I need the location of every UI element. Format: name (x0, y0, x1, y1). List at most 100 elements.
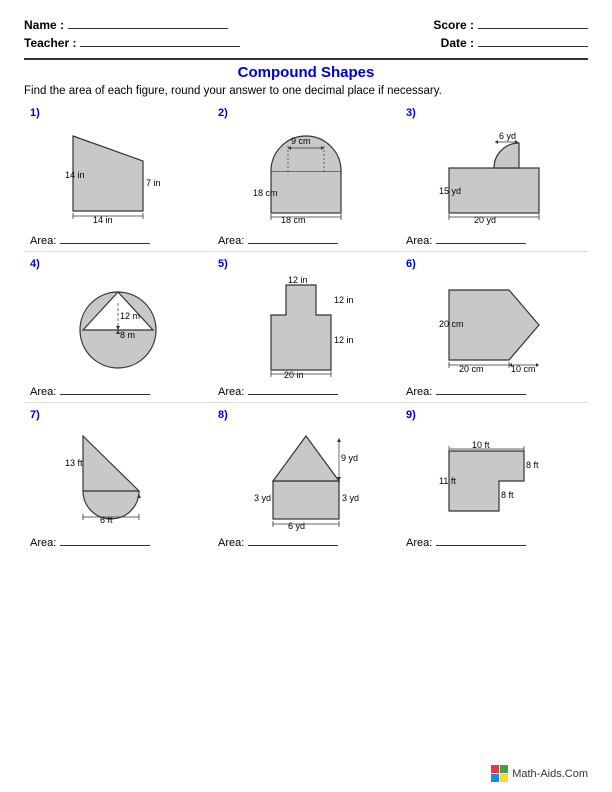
page: Name : Score : Teacher : Date : Compound… (0, 0, 612, 792)
area-4-line (60, 394, 150, 395)
svg-text:20 in: 20 in (284, 370, 304, 380)
score-line (478, 28, 588, 29)
problem-7: 7) 13 ft 6 ft (24, 405, 212, 551)
instructions: Find the area of each figure, round your… (24, 85, 588, 97)
area-3: Area: (406, 235, 526, 247)
problem-8-num: 8) (218, 409, 228, 421)
area-6-label: Area: (406, 386, 432, 398)
row-divider-1 (24, 251, 588, 252)
area-1-line (60, 243, 150, 244)
area-8: Area: (218, 537, 338, 549)
footer-text: Math-Aids.Com (512, 768, 588, 780)
footer: Math-Aids.Com (491, 765, 588, 782)
figure-3: 6 yd 15 yd 20 yd (406, 121, 582, 231)
score-label: Score : (433, 18, 474, 32)
problem-1: 1) 14 in 7 in 14 in Area (24, 103, 212, 249)
svg-text:6 yd: 6 yd (499, 131, 516, 141)
problems-grid: 1) 14 in 7 in 14 in Area (24, 103, 588, 551)
svg-text:12 in: 12 in (334, 295, 354, 305)
area-2-line (248, 243, 338, 244)
area-7-line (60, 545, 150, 546)
svg-text:18 cm: 18 cm (281, 215, 306, 225)
area-8-label: Area: (218, 537, 244, 549)
svg-text:12 in: 12 in (334, 335, 354, 345)
svg-text:13 ft: 13 ft (65, 458, 83, 468)
svg-text:18 cm: 18 cm (253, 188, 278, 198)
area-2-label: Area: (218, 235, 244, 247)
area-7-label: Area: (30, 537, 56, 549)
date-field: Date : (441, 36, 588, 50)
svg-4: 12 m 8 m (63, 275, 173, 380)
svg-text:8 ft: 8 ft (501, 490, 514, 500)
figure-4: 12 m 8 m (30, 272, 206, 382)
svg-text:8 ft: 8 ft (526, 460, 539, 470)
svg-1: 14 in 7 in 14 in (63, 126, 173, 226)
score-field: Score : (433, 18, 588, 32)
problem-7-num: 7) (30, 409, 40, 421)
problem-2-num: 2) (218, 107, 228, 119)
logo-sq-red (491, 765, 499, 773)
figure-1: 14 in 7 in 14 in (30, 121, 206, 231)
teacher-label: Teacher : (24, 36, 76, 50)
svg-3: 6 yd 15 yd 20 yd (439, 126, 549, 226)
logo-sq-green (500, 765, 508, 773)
name-label: Name : (24, 18, 64, 32)
date-line (478, 46, 588, 47)
svg-text:20 yd: 20 yd (474, 215, 496, 225)
area-5: Area: (218, 386, 338, 398)
problem-3: 3) 6 yd 15 yd 20 yd (400, 103, 588, 249)
figure-8: 9 yd 3 yd 3 yd 6 yd (218, 423, 394, 533)
svg-text:3 yd: 3 yd (342, 493, 359, 503)
problem-6-num: 6) (406, 258, 416, 270)
area-7: Area: (30, 537, 150, 549)
svg-text:6 yd: 6 yd (288, 521, 305, 531)
svg-text:9 cm: 9 cm (291, 136, 311, 146)
problem-9-num: 9) (406, 409, 416, 421)
svg-7: 13 ft 6 ft (63, 426, 173, 531)
row-divider-2 (24, 402, 588, 403)
svg-text:6 ft: 6 ft (100, 515, 113, 525)
svg-5: 12 in 12 in 12 in 20 in (251, 275, 361, 380)
name-line (68, 28, 228, 29)
svg-text:11 ft: 11 ft (439, 476, 456, 486)
svg-text:10 cm: 10 cm (511, 364, 536, 374)
problem-1-num: 1) (30, 107, 40, 119)
svg-text:20 cm: 20 cm (459, 364, 484, 374)
svg-text:9 yd: 9 yd (341, 453, 358, 463)
header-row-2: Teacher : Date : (24, 36, 588, 50)
svg-text:14 in: 14 in (65, 170, 85, 180)
problem-3-num: 3) (406, 107, 416, 119)
svg-text:12 in: 12 in (288, 275, 308, 285)
footer-logo: Math-Aids.Com (491, 765, 588, 782)
problem-5-num: 5) (218, 258, 228, 270)
figure-7: 13 ft 6 ft (30, 423, 206, 533)
svg-8: 9 yd 3 yd 3 yd 6 yd (251, 426, 361, 531)
area-1-label: Area: (30, 235, 56, 247)
svg-text:8 m: 8 m (120, 330, 135, 340)
svg-9: 10 ft 8 ft 8 ft 11 ft (439, 426, 549, 531)
date-label: Date : (441, 36, 474, 50)
svg-text:20 cm: 20 cm (439, 319, 464, 329)
name-field: Name : (24, 18, 228, 32)
area-1: Area: (30, 235, 150, 247)
problem-8: 8) 9 yd 3 yd 3 yd 6 yd (212, 405, 400, 551)
teacher-field: Teacher : (24, 36, 240, 50)
area-3-line (436, 243, 526, 244)
svg-text:7 in: 7 in (146, 178, 161, 188)
svg-text:14 in: 14 in (93, 215, 113, 225)
area-2: Area: (218, 235, 338, 247)
area-5-label: Area: (218, 386, 244, 398)
svg-text:15 yd: 15 yd (439, 186, 461, 196)
figure-2: 9 cm 18 cm 18 cm (218, 121, 394, 231)
svg-text:10 ft: 10 ft (472, 440, 490, 450)
problem-2: 2) 9 cm 18 cm (212, 103, 400, 249)
header-row-1: Name : Score : (24, 18, 588, 32)
figure-5: 12 in 12 in 12 in 20 in (218, 272, 394, 382)
figure-9: 10 ft 8 ft 8 ft 11 ft (406, 423, 582, 533)
problem-6: 6) 20 cm 20 cm 10 cm (400, 254, 588, 400)
svg-text:3 yd: 3 yd (254, 493, 271, 503)
svg-text:12 m: 12 m (120, 311, 140, 321)
page-title: Compound Shapes (24, 64, 588, 81)
area-6-line (436, 394, 526, 395)
teacher-line (80, 46, 240, 47)
